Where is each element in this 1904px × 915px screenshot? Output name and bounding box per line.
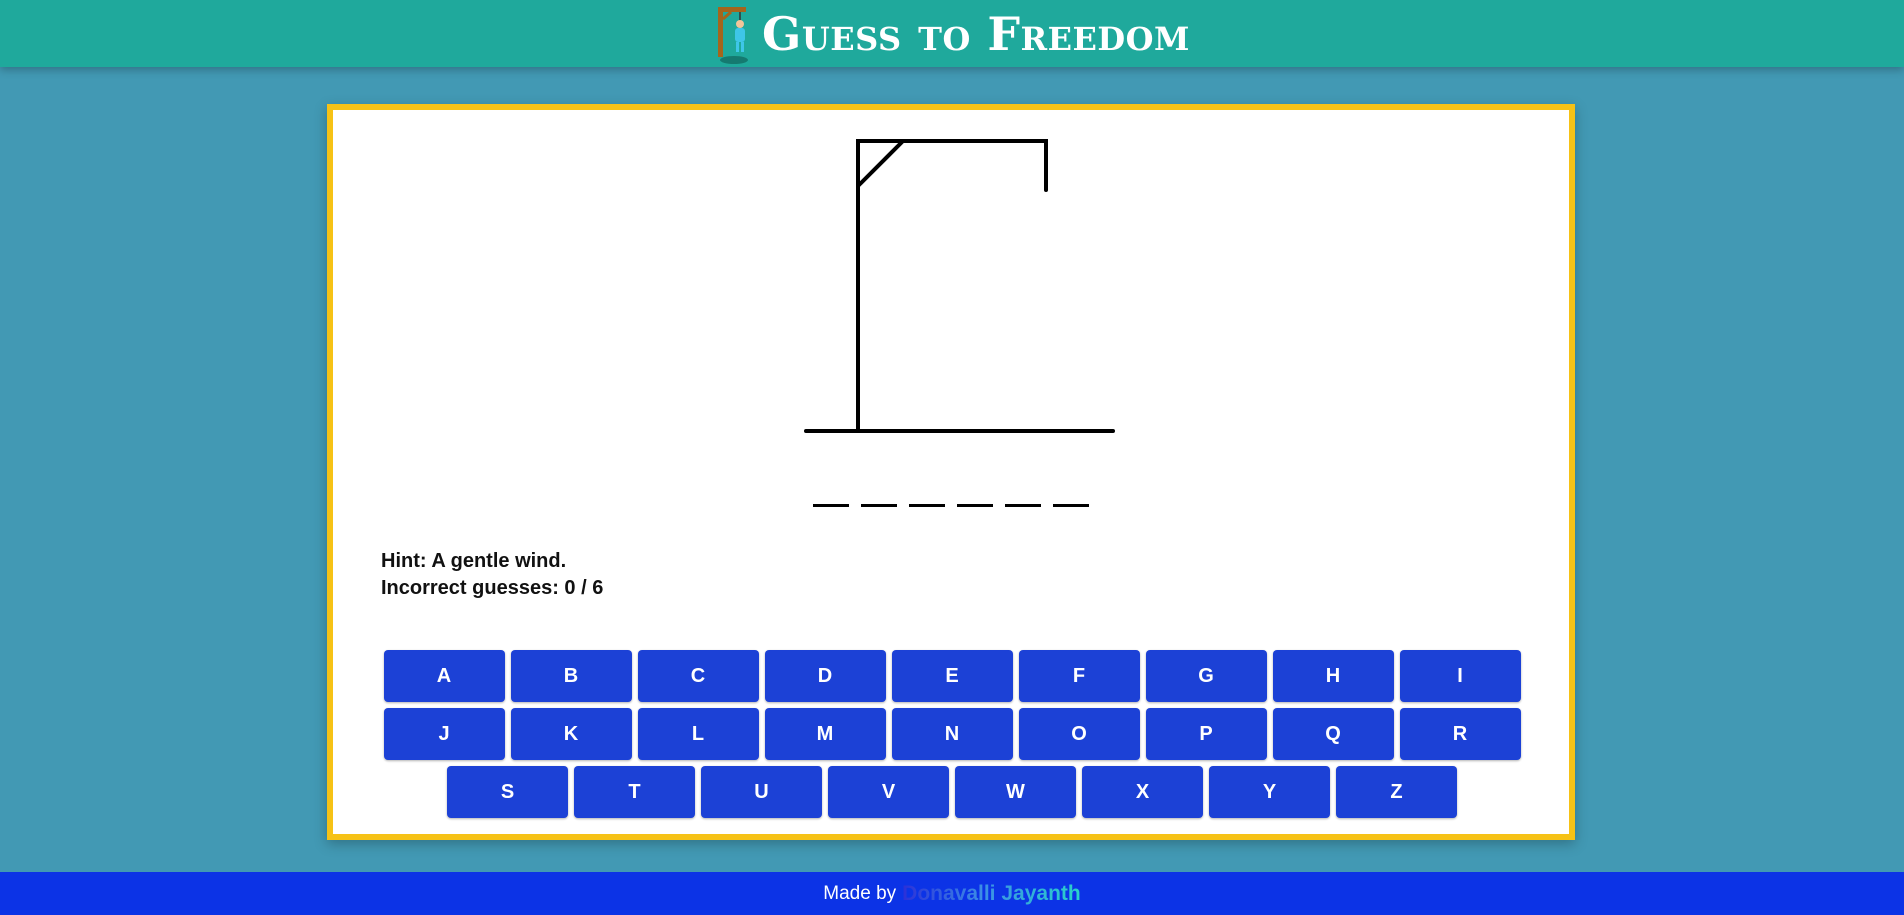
key-a[interactable]: A [383, 650, 505, 702]
key-s[interactable]: S [447, 766, 568, 818]
key-v[interactable]: V [828, 766, 949, 818]
app-header: Guess to Freedom [0, 0, 1904, 67]
key-j[interactable]: J [383, 708, 505, 760]
author-link[interactable]: Donavalli Jayanth [902, 882, 1081, 906]
incorrect-guesses-text: Incorrect guesses: 0 / 6 [381, 577, 604, 599]
key-c[interactable]: C [637, 650, 759, 702]
keyboard-row-3: S T U V W X Y Z [447, 766, 1457, 818]
key-q[interactable]: Q [1272, 708, 1394, 760]
key-h[interactable]: H [1272, 650, 1394, 702]
key-l[interactable]: L [637, 708, 759, 760]
key-w[interactable]: W [955, 766, 1076, 818]
made-by-label: Made by [823, 882, 897, 904]
hanged-man-logo-icon [718, 6, 749, 64]
keyboard-row-2: J K L M N O P Q R [383, 708, 1521, 760]
letter-slot [909, 480, 945, 507]
hint-text: Hint: A gentle wind. [381, 550, 567, 572]
key-f[interactable]: F [1018, 650, 1140, 702]
app-footer: Made by Donavalli Jayanth [0, 872, 1904, 915]
letter-slot [861, 480, 897, 507]
letter-slot [1005, 480, 1041, 507]
key-t[interactable]: T [574, 766, 695, 818]
letter-slot [1053, 480, 1089, 507]
game-card: Hint: A gentle wind. Incorrect guesses: … [327, 104, 1575, 840]
key-d[interactable]: D [764, 650, 886, 702]
gallows-brace [856, 139, 905, 188]
key-b[interactable]: B [510, 650, 632, 702]
key-g[interactable]: G [1145, 650, 1267, 702]
key-i[interactable]: I [1399, 650, 1521, 702]
letter-slot [813, 480, 849, 507]
key-n[interactable]: N [891, 708, 1013, 760]
game-info: Hint: A gentle wind. Incorrect guesses: … [381, 548, 603, 602]
key-e[interactable]: E [891, 650, 1013, 702]
word-blanks [333, 480, 1569, 507]
app-title: Guess to Freedom [762, 6, 1190, 61]
keyboard-row-1: A B C D E F G H I [383, 650, 1521, 702]
key-x[interactable]: X [1082, 766, 1203, 818]
key-p[interactable]: P [1145, 708, 1267, 760]
key-r[interactable]: R [1399, 708, 1521, 760]
key-y[interactable]: Y [1209, 766, 1330, 818]
letter-slot [957, 480, 993, 507]
letter-keyboard: A B C D E F G H I J K L M N O P Q R S T … [383, 650, 1521, 818]
gallows-drawing [804, 139, 1115, 433]
key-o[interactable]: O [1018, 708, 1140, 760]
key-z[interactable]: Z [1336, 766, 1457, 818]
key-k[interactable]: K [510, 708, 632, 760]
key-u[interactable]: U [701, 766, 822, 818]
key-m[interactable]: M [764, 708, 886, 760]
